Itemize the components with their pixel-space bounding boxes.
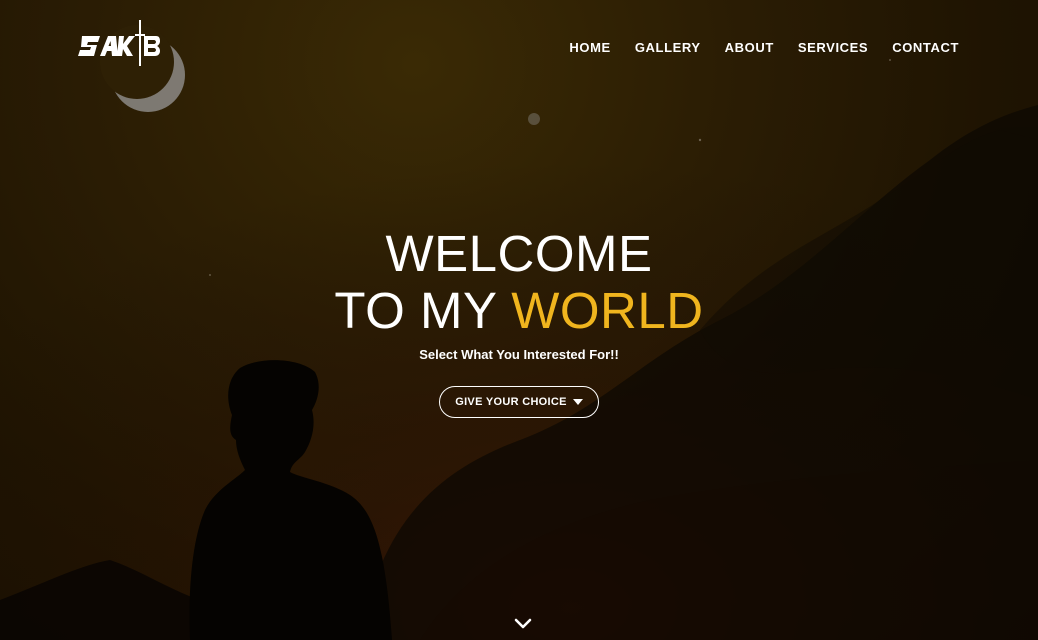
cta-label: GIVE YOUR CHOICE <box>455 396 567 408</box>
brand-logo[interactable] <box>78 20 160 66</box>
hero-subtitle: Select What You Interested For!! <box>419 347 619 362</box>
nav-about-link[interactable]: ABOUT <box>725 40 774 55</box>
nav-gallery-link[interactable]: GALLERY <box>635 40 701 55</box>
scroll-down-button[interactable] <box>513 617 533 631</box>
hero-section: WELCOME TO MY WORLD Select What You Inte… <box>0 225 1038 418</box>
nav-contact-link[interactable]: CONTACT <box>892 40 959 55</box>
hero-heading-accent: WORLD <box>511 282 704 339</box>
main-menu: HOME GALLERY ABOUT SERVICES CONTACT <box>569 40 959 55</box>
hero-heading-line2-prefix: TO MY <box>334 282 512 339</box>
chevron-down-icon <box>514 618 532 629</box>
brand-logo-icon <box>78 20 160 66</box>
give-your-choice-button[interactable]: GIVE YOUR CHOICE <box>439 386 599 418</box>
hero-heading: WELCOME TO MY WORLD <box>0 225 1038 339</box>
nav-home-link[interactable]: HOME <box>569 40 610 55</box>
planet-dot <box>528 113 540 125</box>
top-navigation-bar: HOME GALLERY ABOUT SERVICES CONTACT <box>0 0 1038 95</box>
nav-services-link[interactable]: SERVICES <box>798 40 868 55</box>
caret-down-icon <box>572 398 583 405</box>
hero-heading-line1: WELCOME <box>385 225 653 282</box>
